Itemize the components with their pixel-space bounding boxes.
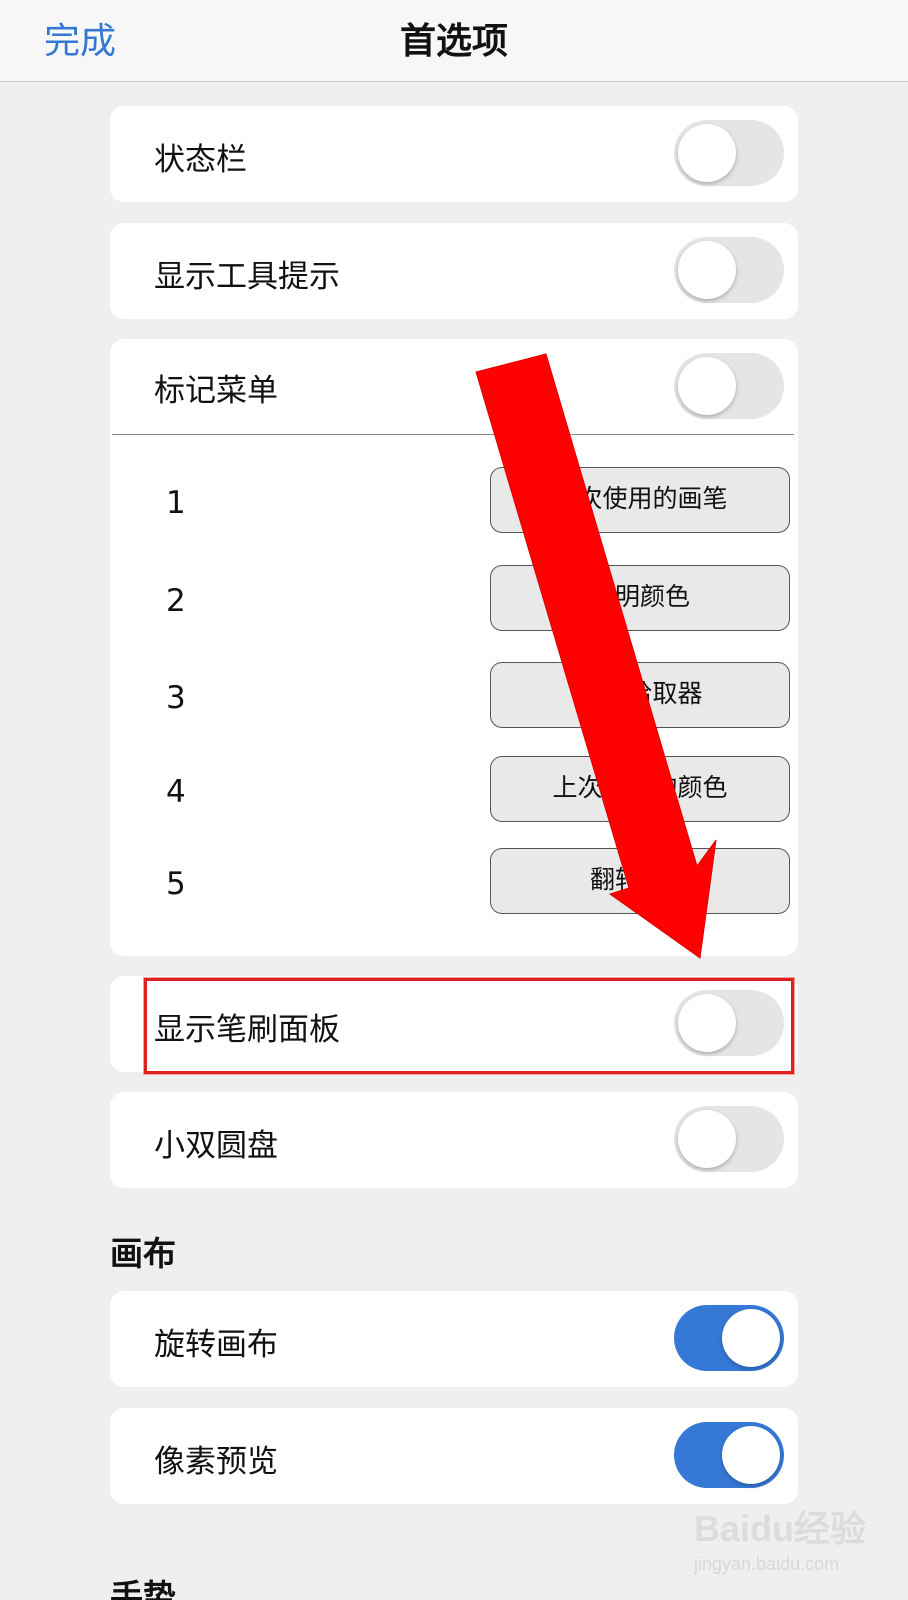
pixel-preview-row: 像素预览 [110,1408,798,1504]
divider [112,434,794,435]
toggle-knob [678,994,736,1052]
pixel-preview-label: 像素预览 [154,1444,278,1480]
toggle-knob [722,1309,780,1367]
page-title: 首选项 [399,21,508,62]
status-bar-label: 状态栏 [154,142,247,178]
rotate-canvas-label: 旋转画布 [154,1327,278,1363]
watermark-url: jingyan.baidu.com [694,1554,840,1574]
marking-menu-item-button[interactable]: 透明颜色 [490,565,790,631]
toggle-knob [678,241,736,299]
marking-menu-item-number: 5 [166,866,186,902]
marking-menu-item-button[interactable]: 上次使用的画笔 [490,467,790,533]
rotate-canvas-toggle[interactable] [674,1305,784,1371]
dual-puck-label: 小双圆盘 [154,1128,278,1164]
tooltips-label: 显示工具提示 [154,259,340,295]
watermark-logo: Baidu经验 [694,1508,867,1549]
brush-panel-label: 显示笔刷面板 [154,1012,340,1048]
brush-panel-toggle[interactable] [674,990,784,1056]
navigation-bar: 完成 首选项 [0,0,908,82]
marking-menu-toggle[interactable] [674,353,784,419]
toggle-knob [678,1110,736,1168]
marking-menu-item-number: 1 [166,485,186,521]
dual-puck-toggle[interactable] [674,1106,784,1172]
tooltips-row: 显示工具提示 [110,223,798,319]
rotate-canvas-row: 旋转画布 [110,1291,798,1387]
pixel-preview-toggle[interactable] [674,1422,784,1488]
marking-menu-item-number: 4 [166,774,186,810]
marking-menu-item-button[interactable]: 翻转画布 [490,848,790,914]
baidu-watermark: Baidu经验 jingyan.baidu.com [694,1500,894,1590]
toggle-knob [722,1426,780,1484]
marking-menu-card: 标记菜单 1 上次使用的画笔 2 透明颜色 3 颜色拾取器 4 上次使用的颜色 … [110,339,798,956]
canvas-section-header: 画布 [110,1234,176,1273]
toggle-knob [678,357,736,415]
marking-menu-item-button[interactable]: 颜色拾取器 [490,662,790,728]
dual-puck-row: 小双圆盘 [110,1092,798,1188]
brush-panel-row: 显示笔刷面板 [110,976,798,1072]
marking-menu-item-button[interactable]: 上次使用的颜色 [490,756,790,822]
marking-menu-label: 标记菜单 [154,373,278,409]
status-bar-toggle[interactable] [674,120,784,186]
gestures-section-header: 手势 [110,1577,176,1600]
marking-menu-item-number: 2 [166,583,186,619]
marking-menu-item-number: 3 [166,680,186,716]
toggle-knob [678,124,736,182]
tooltips-toggle[interactable] [674,237,784,303]
status-bar-row: 状态栏 [110,106,798,202]
